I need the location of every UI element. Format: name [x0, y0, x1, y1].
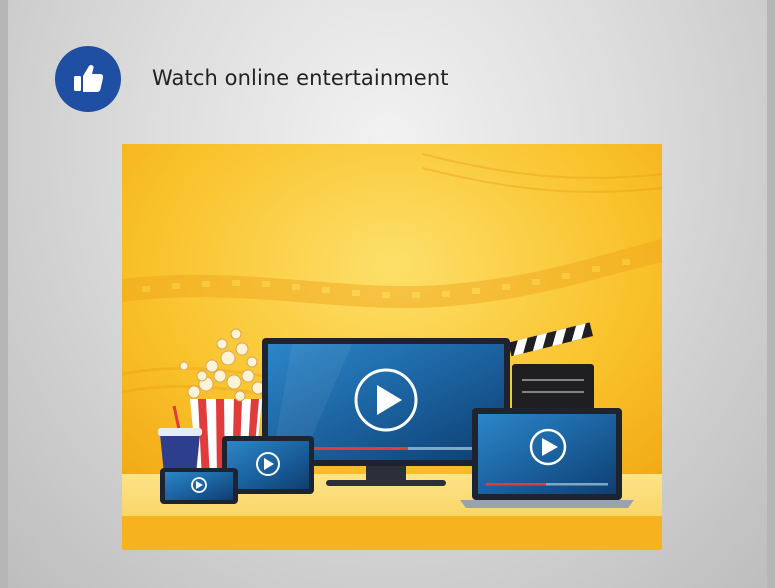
thumbs-up-badge	[55, 46, 121, 112]
left-edge	[0, 0, 8, 588]
entertainment-illustration	[122, 144, 662, 550]
table-edge	[122, 516, 662, 550]
laptop-device	[460, 408, 634, 508]
phone-device	[160, 468, 238, 504]
thumbs-up-icon	[74, 64, 104, 92]
slide-heading: Watch online entertainment	[152, 66, 449, 90]
right-edge	[767, 0, 775, 588]
slide: Watch online entertainment	[0, 0, 775, 588]
